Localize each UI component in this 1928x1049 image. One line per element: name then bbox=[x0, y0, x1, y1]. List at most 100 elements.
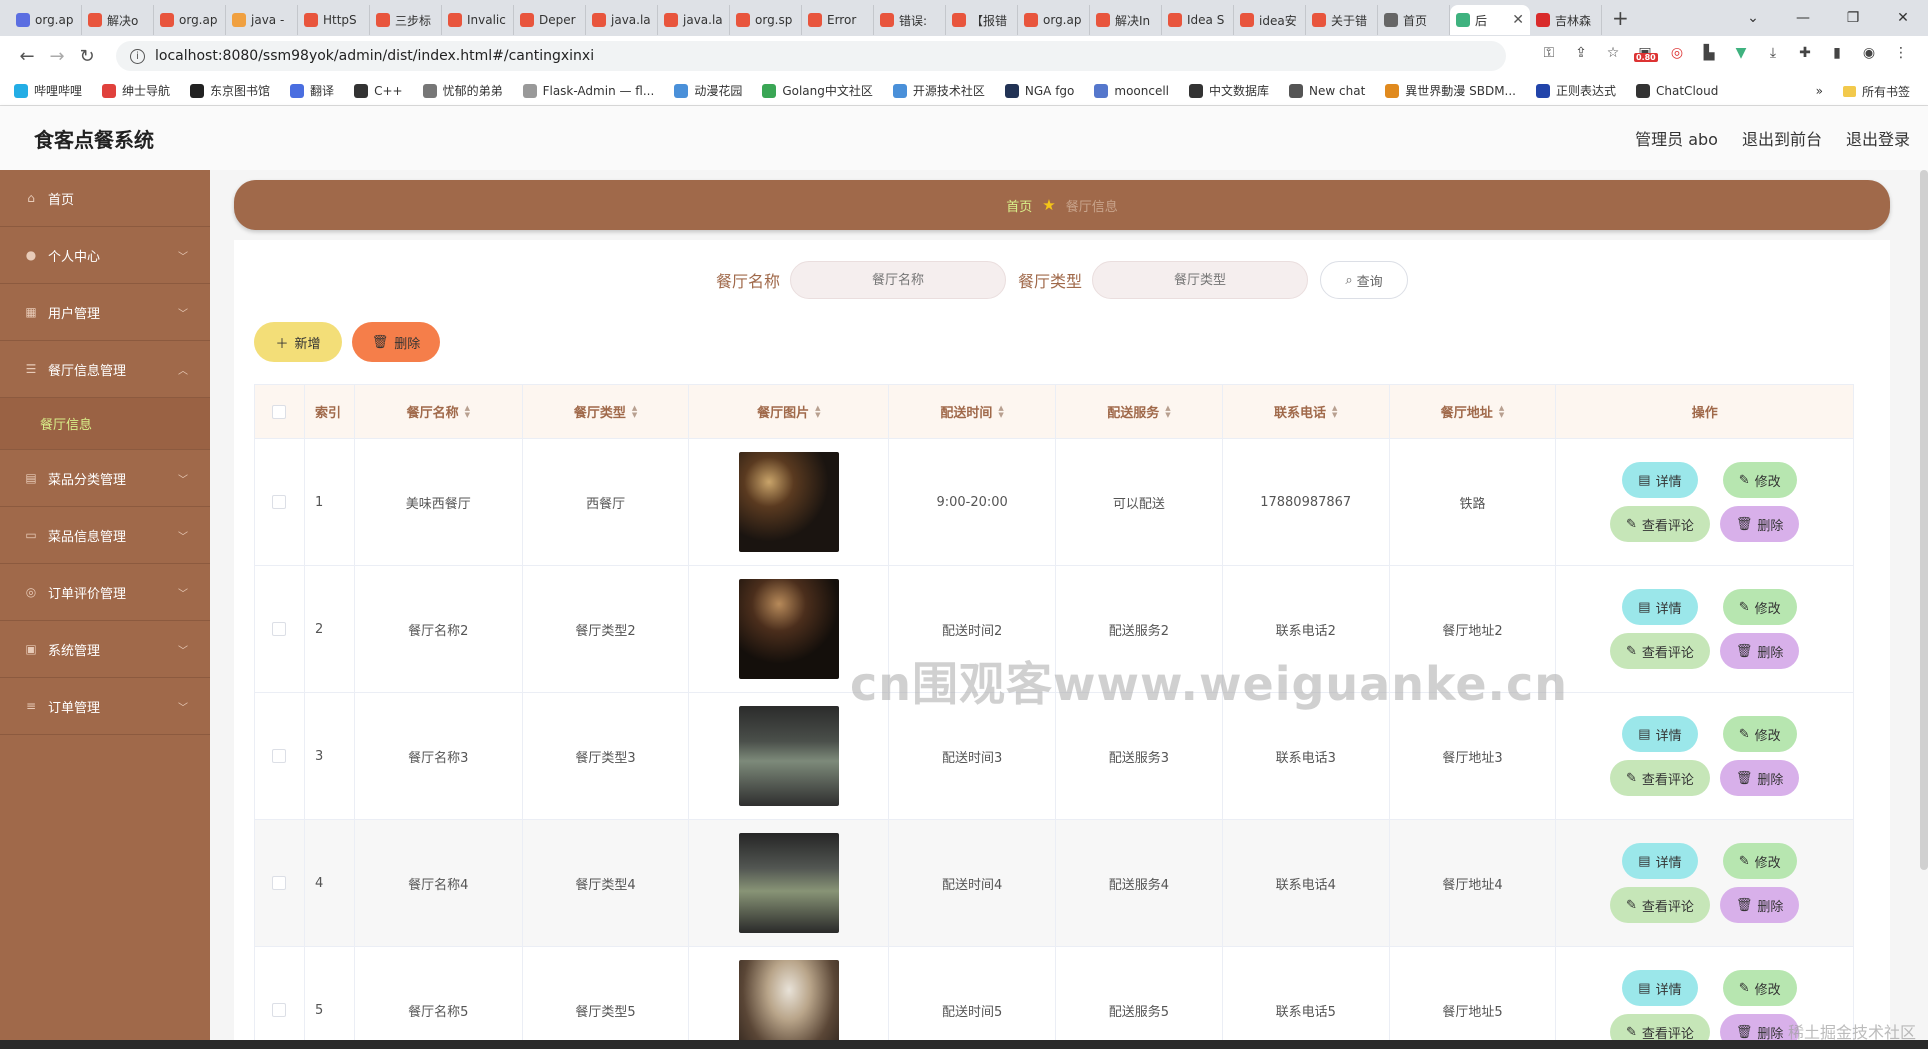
profile-avatar-icon[interactable]: ◉ bbox=[1860, 44, 1878, 62]
close-window-icon[interactable]: ✕ bbox=[1878, 10, 1928, 26]
reload-icon[interactable]: ↻ bbox=[72, 46, 102, 67]
sidebar-item[interactable]: ≡ 订单管理 ﹀ bbox=[0, 678, 210, 735]
row-checkbox[interactable] bbox=[272, 749, 287, 763]
browser-tab[interactable]: java.la bbox=[586, 5, 658, 35]
browser-tab[interactable]: Deper bbox=[514, 5, 586, 35]
sidebar-item[interactable]: ☰ 餐厅信息管理 ︿ bbox=[0, 341, 210, 398]
browser-tab[interactable]: org.ap bbox=[1018, 5, 1090, 35]
browser-tab[interactable]: java - bbox=[226, 5, 298, 35]
browser-tab[interactable]: HttpS bbox=[298, 5, 370, 35]
bookmark-item[interactable]: New chat bbox=[1289, 83, 1365, 98]
chrome-color-icon[interactable]: ◎ bbox=[1668, 44, 1686, 62]
browser-tab[interactable]: org.ap bbox=[154, 5, 226, 35]
detail-button[interactable]: ▤ 详情 bbox=[1622, 970, 1698, 1006]
url-field[interactable]: i localhost:8080/ssm98yok/admin/dist/ind… bbox=[116, 41, 1506, 71]
restaurant-type-input[interactable] bbox=[1092, 261, 1309, 299]
view-reviews-button[interactable]: ✎ 查看评论 bbox=[1609, 760, 1710, 796]
detail-button[interactable]: ▤ 详情 bbox=[1622, 589, 1698, 625]
view-reviews-button[interactable]: ✎ 查看评论 bbox=[1609, 633, 1710, 669]
column-header[interactable]: 联系电话 ▲ ▼ bbox=[1223, 385, 1390, 438]
row-checkbox[interactable] bbox=[272, 1003, 287, 1017]
share-icon[interactable]: ⇪ bbox=[1572, 44, 1590, 62]
bookmark-item[interactable]: 異世界動漫 SBDM... bbox=[1385, 82, 1516, 99]
bookmark-item[interactable]: Golang中文社区 bbox=[762, 82, 873, 99]
minimize-icon[interactable]: — bbox=[1778, 10, 1828, 26]
bookmark-item[interactable]: 翻译 bbox=[290, 82, 334, 99]
logout-link[interactable]: 退出登录 bbox=[1846, 126, 1910, 150]
browser-tab[interactable]: java.la bbox=[658, 5, 730, 35]
bookmark-item[interactable]: Flask-Admin — fl... bbox=[522, 83, 654, 98]
sidebar-item[interactable]: ● 个人中心 ﹀ bbox=[0, 227, 210, 284]
sidebar-item[interactable]: ◎ 订单评价管理 ﹀ bbox=[0, 564, 210, 621]
bookmark-item[interactable]: NGA fgo bbox=[1004, 83, 1074, 98]
bookmark-item[interactable]: 哔哩哔哩 bbox=[14, 82, 82, 99]
select-all-checkbox[interactable] bbox=[272, 404, 287, 419]
view-reviews-button[interactable]: ✎ 查看评论 bbox=[1609, 887, 1710, 923]
sort-icon[interactable]: ▲ ▼ bbox=[465, 404, 470, 419]
site-info-icon[interactable]: i bbox=[130, 48, 145, 64]
all-bookmarks[interactable]: 所有书签 bbox=[1842, 83, 1910, 100]
bookmark-item[interactable]: 东京图书馆 bbox=[190, 82, 270, 99]
browser-tab[interactable]: 关于错 bbox=[1306, 5, 1378, 35]
delete-button[interactable]: 🗑 删除 bbox=[1719, 760, 1800, 796]
sidebar-item[interactable]: ▭ 菜品信息管理 ﹀ bbox=[0, 507, 210, 564]
sort-icon[interactable]: ▲ ▼ bbox=[1332, 404, 1337, 419]
restaurant-name-input[interactable] bbox=[790, 261, 1006, 299]
browser-tab[interactable]: org.sp bbox=[730, 5, 802, 35]
view-reviews-button[interactable]: ✎ 查看评论 bbox=[1609, 506, 1710, 542]
game-icon[interactable]: ▙ bbox=[1700, 44, 1718, 62]
key-icon[interactable]: ⚿ bbox=[1540, 44, 1558, 62]
browser-tab[interactable]: 【报错 bbox=[946, 5, 1018, 35]
browser-tab[interactable]: Idea S bbox=[1162, 5, 1234, 35]
column-header[interactable]: 配送服务 ▲ ▼ bbox=[1056, 385, 1223, 438]
browser-tab[interactable]: 解决o bbox=[82, 5, 154, 35]
column-header[interactable]: 餐厅类型 ▲ ▼ bbox=[523, 385, 690, 438]
page-scrollbar[interactable] bbox=[1920, 170, 1928, 870]
add-button[interactable]: ＋ 新增 bbox=[254, 322, 342, 362]
browser-tab[interactable]: Invalic bbox=[442, 5, 514, 35]
detail-button[interactable]: ▤ 详情 bbox=[1622, 462, 1698, 498]
sidebar-subitem[interactable]: 餐厅信息 bbox=[0, 398, 210, 450]
edit-button[interactable]: ✎ 修改 bbox=[1722, 843, 1797, 879]
bookmark-item[interactable]: 忧郁的弟弟 bbox=[422, 82, 503, 99]
browser-tab[interactable]: 三步标 bbox=[370, 5, 442, 35]
delete-button[interactable]: 🗑 删除 bbox=[1719, 633, 1800, 669]
bookmarks-more[interactable]: » bbox=[1816, 84, 1823, 98]
sort-icon[interactable]: ▲ ▼ bbox=[815, 404, 820, 419]
bookmark-item[interactable]: 绅士导航 bbox=[102, 82, 170, 99]
bookmark-item[interactable]: ChatCloud bbox=[1636, 83, 1718, 98]
detail-button[interactable]: ▤ 详情 bbox=[1622, 716, 1698, 752]
bookmark-item[interactable]: 正则表达式 bbox=[1536, 82, 1616, 99]
browser-tab[interactable]: org.ap bbox=[10, 5, 82, 35]
column-header[interactable]: 餐厅名称 ▲ ▼ bbox=[355, 385, 523, 438]
query-button[interactable]: ⌕ 查询 bbox=[1320, 261, 1409, 299]
bookmark-item[interactable]: 开源技术社区 bbox=[892, 82, 985, 99]
browser-tab[interactable]: 解决In bbox=[1090, 5, 1162, 35]
back-icon[interactable]: ← bbox=[12, 46, 42, 67]
breadcrumb-home[interactable]: 首页 bbox=[1006, 196, 1032, 215]
browser-tab[interactable]: 吉林森 bbox=[1530, 5, 1602, 35]
new-tab-icon[interactable]: + bbox=[1612, 6, 1629, 30]
bookmark-item[interactable]: 动漫花园 bbox=[674, 82, 742, 99]
sort-icon[interactable]: ▲ ▼ bbox=[1499, 404, 1504, 419]
bookmark-item[interactable]: mooncell bbox=[1094, 83, 1169, 98]
column-header[interactable]: 配送时间 ▲ ▼ bbox=[889, 385, 1057, 438]
delete-button[interactable]: 🗑 删除 bbox=[1719, 506, 1800, 542]
menu-icon[interactable]: ⋮ bbox=[1892, 44, 1910, 62]
edit-button[interactable]: ✎ 修改 bbox=[1722, 970, 1797, 1006]
column-header[interactable]: 餐厅地址 ▲ ▼ bbox=[1390, 385, 1557, 438]
sidebar-item[interactable]: ▣ 系统管理 ﹀ bbox=[0, 621, 210, 678]
sort-icon[interactable]: ▲ ▼ bbox=[1165, 404, 1170, 419]
browser-tab[interactable]: Error bbox=[802, 5, 874, 35]
bookmark-star-icon[interactable]: ☆ bbox=[1604, 44, 1622, 62]
close-tab-icon[interactable]: ✕ bbox=[1512, 12, 1524, 28]
sidebar-item[interactable]: ▤ 菜品分类管理 ﹀ bbox=[0, 450, 210, 507]
delete-button[interactable]: 🗑 删除 bbox=[1719, 887, 1800, 923]
puzzle-icon[interactable]: ✚ bbox=[1796, 44, 1814, 62]
edit-button[interactable]: ✎ 修改 bbox=[1722, 462, 1797, 498]
download-icon[interactable]: ⤓ bbox=[1764, 44, 1782, 62]
sidebar-item[interactable]: ⌂ 首页 bbox=[0, 170, 210, 227]
edit-button[interactable]: ✎ 修改 bbox=[1722, 716, 1797, 752]
extension-badge-icon[interactable]: ▣0.80 bbox=[1634, 44, 1658, 62]
maximize-icon[interactable]: ❐ bbox=[1828, 10, 1878, 26]
